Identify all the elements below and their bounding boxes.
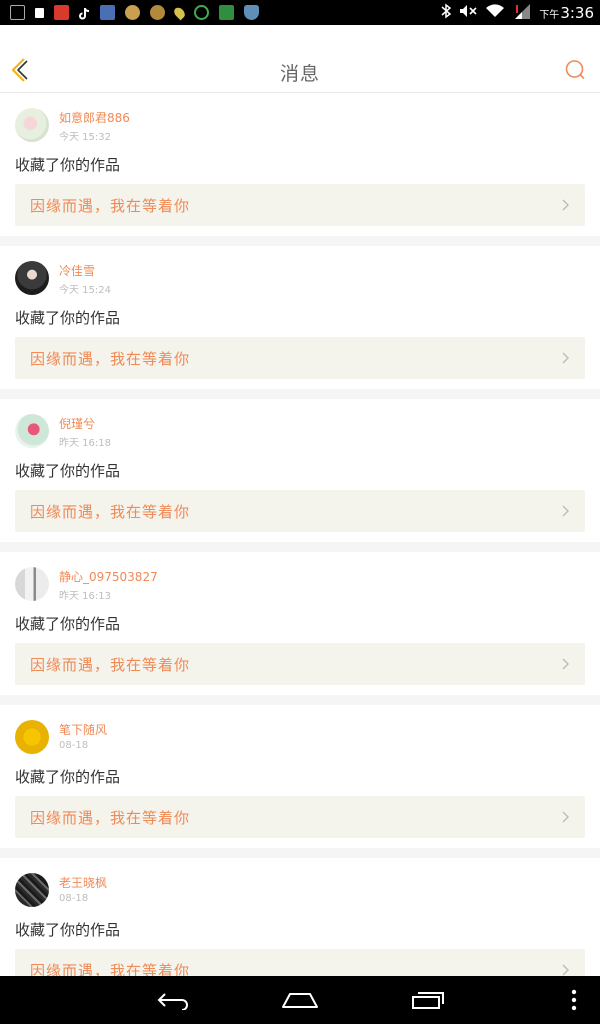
lock-icon	[35, 7, 44, 18]
action-text: 收藏了你的作品	[15, 309, 121, 327]
avatar[interactable]	[15, 414, 49, 448]
work-title: 因缘而遇，我在等着你	[30, 197, 191, 215]
avatar[interactable]	[15, 720, 49, 754]
username[interactable]: 老王晓枫	[59, 874, 107, 891]
clock: 下午3:36	[539, 3, 594, 22]
signal-icon	[513, 3, 531, 23]
timestamp: 08-18	[59, 893, 89, 904]
work-link[interactable]: 因缘而遇，我在等着你	[15, 490, 585, 532]
battery-app-icon	[194, 5, 209, 20]
back-icon	[157, 993, 188, 1010]
work-link[interactable]: 因缘而遇，我在等着你	[15, 184, 585, 226]
username[interactable]: 静心_097503827	[59, 568, 158, 585]
card-icon	[219, 5, 234, 20]
photo-icon	[100, 5, 115, 20]
notification-icon	[10, 5, 25, 20]
chevron-right-icon	[562, 811, 569, 823]
message-item: 冷佳雪 今天 15:24 收藏了你的作品 因缘而遇，我在等着你	[0, 246, 600, 389]
recents-icon	[412, 992, 444, 1009]
username[interactable]: 倪瑾兮	[59, 415, 95, 432]
username[interactable]: 冷佳雪	[59, 262, 95, 279]
action-text: 收藏了你的作品	[15, 156, 121, 174]
work-title: 因缘而遇，我在等着你	[30, 656, 191, 674]
more-vertical-icon	[571, 989, 577, 1011]
news-app-icon	[54, 5, 69, 20]
action-text: 收藏了你的作品	[15, 615, 121, 633]
tiktok-icon	[79, 6, 90, 20]
work-title: 因缘而遇，我在等着你	[30, 503, 191, 521]
work-link[interactable]: 因缘而遇，我在等着你	[15, 949, 585, 976]
mute-icon	[459, 3, 477, 22]
chevron-right-icon	[562, 658, 569, 670]
home-icon	[282, 993, 318, 1008]
avatar[interactable]	[15, 108, 49, 142]
app-icon	[125, 5, 140, 20]
location-icon	[172, 5, 187, 20]
wifi-icon	[485, 3, 505, 22]
bluetooth-icon	[441, 3, 452, 23]
avatar[interactable]	[15, 567, 49, 601]
work-link[interactable]: 因缘而遇，我在等着你	[15, 796, 585, 838]
action-text: 收藏了你的作品	[15, 462, 121, 480]
notification-icons	[10, 4, 259, 21]
timestamp: 昨天 16:18	[59, 438, 111, 449]
search-icon	[565, 60, 585, 80]
message-item: 静心_097503827 昨天 16:13 收藏了你的作品 因缘而遇，我在等着你	[0, 552, 600, 695]
message-item: 笔下随风 08-18 收藏了你的作品 因缘而遇，我在等着你	[0, 705, 600, 848]
message-item: 老王晓枫 08-18 收藏了你的作品 因缘而遇，我在等着你	[0, 858, 600, 976]
app-icon	[150, 5, 165, 20]
nav-back-button[interactable]	[150, 986, 194, 1014]
chevron-right-icon	[562, 505, 569, 517]
message-item: 倪瑾兮 昨天 16:18 收藏了你的作品 因缘而遇，我在等着你	[0, 399, 600, 542]
page-title: 消息	[279, 63, 320, 85]
work-title: 因缘而遇，我在等着你	[30, 350, 191, 368]
action-text: 收藏了你的作品	[15, 768, 121, 786]
avatar[interactable]	[15, 873, 49, 907]
work-link[interactable]: 因缘而遇，我在等着你	[15, 337, 585, 379]
chevron-right-icon	[562, 964, 569, 976]
nav-recents-button[interactable]	[406, 986, 450, 1014]
status-bar: 下午3:36	[0, 0, 600, 25]
chevron-right-icon	[562, 199, 569, 211]
work-title: 因缘而遇，我在等着你	[30, 962, 191, 976]
screen: 下午3:36 消息 如意郎君886 今天 15:32 收藏了你的作品 因缘而遇，…	[0, 0, 600, 1024]
timestamp: 今天 15:32	[59, 132, 111, 143]
timestamp: 08-18	[59, 740, 89, 751]
message-list[interactable]: 如意郎君886 今天 15:32 收藏了你的作品 因缘而遇，我在等着你 冷佳雪 …	[0, 93, 600, 976]
work-title: 因缘而遇，我在等着你	[30, 809, 191, 827]
nav-menu-button[interactable]	[560, 986, 588, 1014]
timestamp: 昨天 16:13	[59, 591, 111, 602]
nav-home-button[interactable]	[278, 986, 322, 1014]
avatar[interactable]	[15, 261, 49, 295]
timestamp: 今天 15:24	[59, 285, 111, 296]
action-text: 收藏了你的作品	[15, 921, 121, 939]
username[interactable]: 如意郎君886	[59, 109, 130, 126]
search-button[interactable]	[564, 59, 586, 81]
username[interactable]: 笔下随风	[59, 721, 107, 738]
work-link[interactable]: 因缘而遇，我在等着你	[15, 643, 585, 685]
message-item: 如意郎君886 今天 15:32 收藏了你的作品 因缘而遇，我在等着你	[0, 93, 600, 236]
shield-icon	[244, 5, 259, 20]
app-header: 消息	[0, 25, 600, 93]
system-nav-bar	[0, 976, 600, 1024]
system-icons: 下午3:36	[441, 3, 594, 22]
chevron-right-icon	[562, 352, 569, 364]
